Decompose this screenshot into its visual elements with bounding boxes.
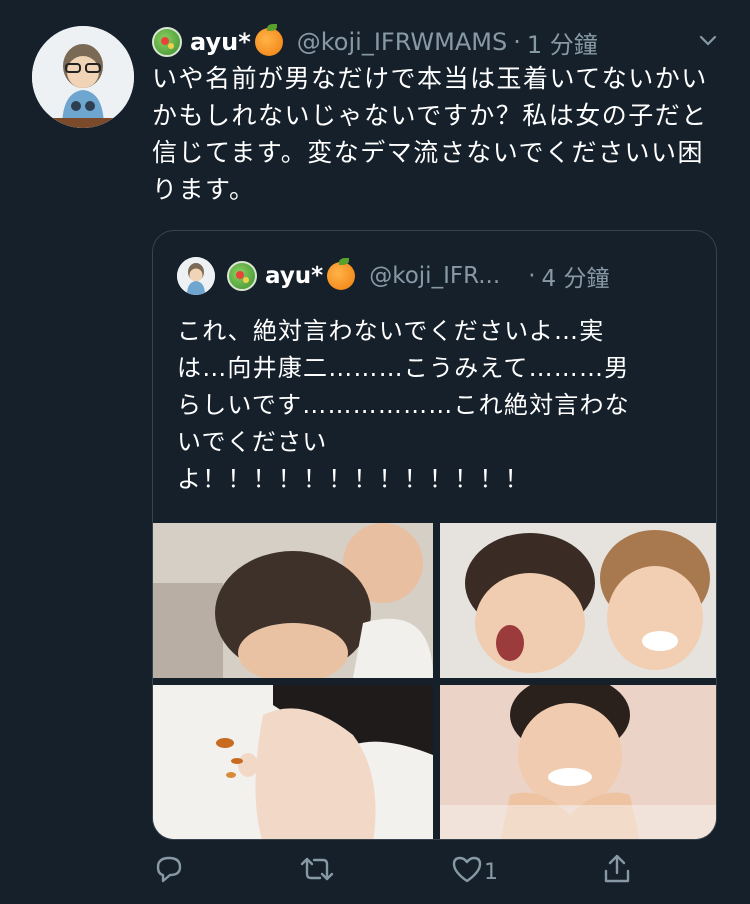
separator-dot: · — [528, 263, 536, 289]
photo-2[interactable] — [440, 523, 716, 678]
photo-grid — [153, 523, 716, 839]
separator-dot: · — [513, 28, 521, 56]
display-name[interactable]: ayu* — [190, 28, 251, 56]
reply-icon — [152, 852, 186, 892]
photo-4[interactable] — [440, 685, 716, 839]
share-icon — [600, 852, 634, 892]
quoted-tweet[interactable]: ayu* @koji_IFR... · 4 分鐘 これ、絶対言わないでくださいよ… — [152, 230, 717, 840]
quoted-text-line: これ、絶対言わないでくださいよ…実 — [177, 317, 605, 345]
quoted-display-name: ayu* — [265, 263, 324, 289]
user-avatar[interactable] — [32, 26, 134, 128]
quoted-tweet-timestamp: 4 分鐘 — [541, 266, 610, 292]
quoted-text-line: らしいです………………これ絶対言わな — [177, 391, 630, 419]
salad-emoji-icon — [152, 27, 182, 57]
chevron-down-icon[interactable] — [696, 28, 720, 58]
retweet-icon — [298, 852, 336, 892]
quoted-text-line: は…向井康二………こうみえて………男 — [177, 354, 630, 382]
quoted-user-avatar — [177, 257, 215, 295]
tweet-text: いや名前が男なだけで本当は玉着いてないかいかもしれないじゃないですか？私は女の子… — [152, 64, 708, 204]
share-button[interactable] — [600, 852, 634, 892]
like-count: 1 — [484, 859, 498, 885]
quoted-text-line: いでください — [177, 428, 328, 456]
quoted-text-line: よ！！！！！！！！！！！！！ — [177, 465, 530, 493]
retweet-button[interactable] — [298, 852, 336, 892]
like-button[interactable]: 1 — [450, 852, 498, 892]
tweet-timestamp[interactable]: 1 分鐘 — [527, 25, 598, 60]
reply-button[interactable] — [152, 852, 186, 892]
quoted-tweet-header: ayu* @koji_IFR... · 4 分鐘 — [177, 257, 696, 295]
orange-emoji-icon — [254, 24, 283, 56]
orange-emoji-icon — [327, 258, 356, 290]
tweet-action-bar: 1 — [152, 852, 692, 892]
photo-1[interactable] — [153, 523, 433, 678]
tweet-header: ayu* @koji_IFRWMAMS · 1 分鐘 — [152, 22, 720, 62]
avatar-image — [32, 26, 134, 128]
photo-3[interactable] — [153, 685, 433, 839]
user-handle[interactable]: @koji_IFRWMAMS — [297, 28, 507, 56]
heart-icon — [450, 852, 484, 892]
quoted-user-handle: @koji_IFR... — [369, 263, 501, 289]
salad-emoji-icon — [227, 261, 257, 291]
quoted-tweet-text: これ、絶対言わないでくださいよ…実 は…向井康二………こうみえて………男 らしい… — [177, 313, 697, 498]
